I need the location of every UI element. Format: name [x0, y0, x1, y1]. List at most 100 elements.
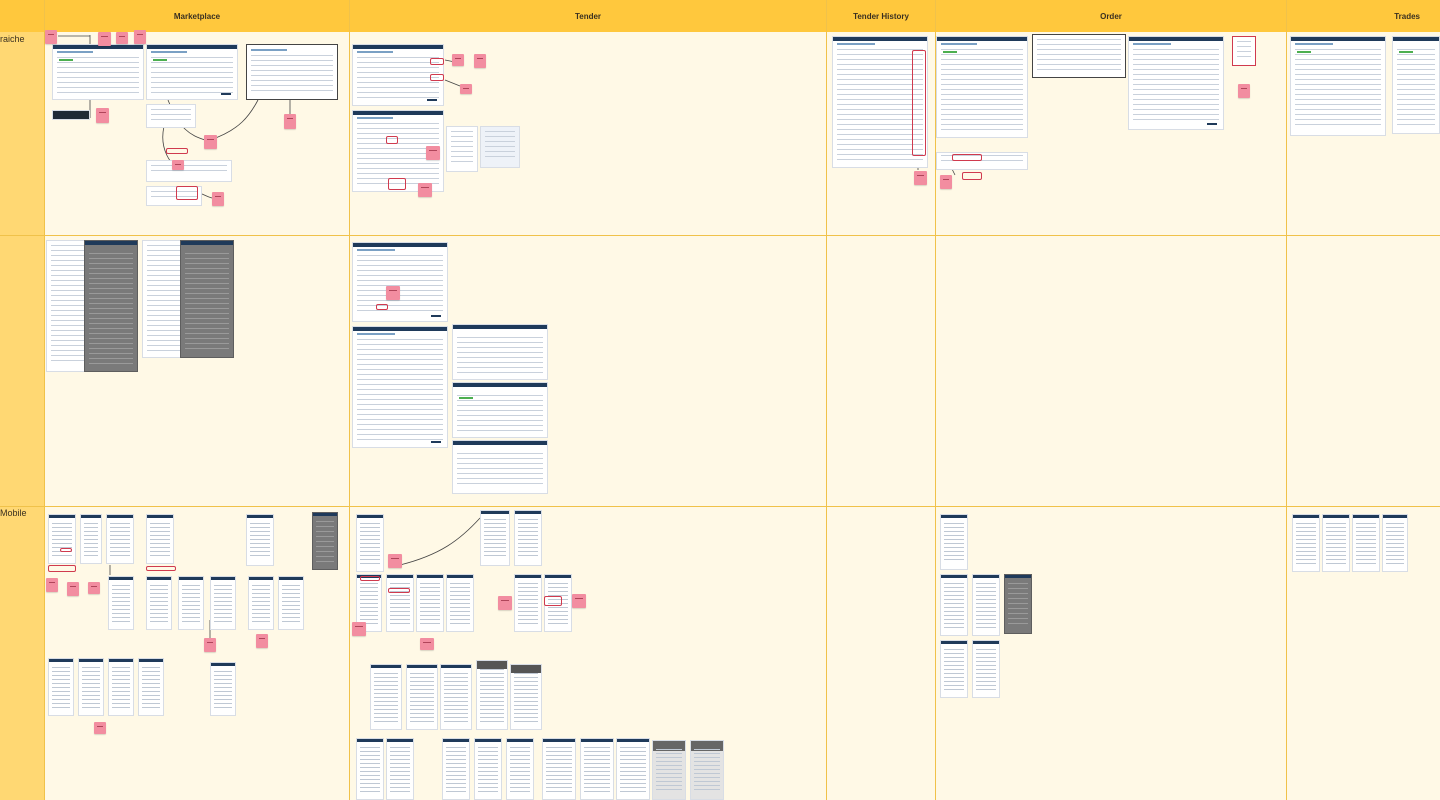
mobile-screen[interactable] [652, 740, 686, 800]
wireframe-tender-create[interactable] [352, 242, 448, 322]
mobile-screen[interactable] [108, 576, 134, 630]
mobile-screen[interactable] [446, 574, 474, 632]
row-label-mobile[interactable]: Mobile [0, 508, 27, 518]
mobile-screen[interactable] [506, 738, 534, 800]
mobile-screen[interactable] [356, 738, 384, 800]
row-label-fraiche[interactable]: raiche [0, 34, 25, 44]
mobile-screen[interactable] [246, 514, 274, 566]
column-header-tender[interactable]: Tender [350, 0, 826, 32]
sticky-note[interactable] [1238, 84, 1250, 98]
sticky-note[interactable] [172, 160, 184, 170]
mobile-screen[interactable] [108, 658, 134, 716]
mobile-screen[interactable] [440, 664, 472, 730]
sticky-note[interactable] [45, 30, 57, 44]
column-header-order[interactable]: Order [936, 0, 1286, 32]
mobile-screen[interactable] [48, 514, 76, 564]
wireframe-order-dropdown[interactable] [1232, 36, 1256, 66]
sticky-note[interactable] [46, 578, 58, 592]
mobile-screen[interactable] [1322, 514, 1350, 572]
sticky-note[interactable] [67, 582, 79, 596]
sticky-note[interactable] [204, 638, 216, 652]
sticky-note[interactable] [474, 54, 486, 68]
wireframe-tender-side[interactable] [480, 126, 520, 168]
mobile-screen[interactable] [386, 738, 414, 800]
mobile-screen[interactable] [146, 514, 174, 564]
wireframe-tender-panel[interactable] [446, 126, 478, 172]
sticky-note[interactable] [418, 183, 432, 197]
wireframe-tender-step-1[interactable] [452, 324, 548, 380]
wireframe-marketplace-filter[interactable] [146, 104, 196, 128]
mobile-screen[interactable] [1352, 514, 1380, 572]
wireframe-marketplace-mobile-filter[interactable] [146, 160, 232, 182]
wireframe-marketplace-overlay[interactable] [84, 240, 138, 372]
sticky-note[interactable] [284, 114, 296, 129]
sticky-note[interactable] [498, 596, 512, 610]
mobile-screen[interactable] [514, 510, 542, 566]
mobile-screen[interactable] [972, 640, 1000, 698]
sticky-note[interactable] [940, 175, 952, 189]
wireframe-marketplace-list[interactable] [52, 44, 144, 100]
mobile-screen[interactable] [416, 574, 444, 632]
column-header-trades[interactable]: Trades [1286, 0, 1440, 32]
sticky-note[interactable] [388, 554, 402, 568]
mobile-screen[interactable] [580, 738, 614, 800]
wireframe-order-modal[interactable] [1032, 34, 1126, 78]
mobile-screen[interactable] [210, 662, 236, 716]
mobile-screen[interactable] [514, 574, 542, 632]
mobile-screen[interactable] [940, 574, 968, 636]
mobile-screen[interactable] [370, 664, 402, 730]
sticky-note[interactable] [460, 84, 472, 94]
wireframe-marketplace-toast[interactable] [52, 110, 90, 120]
mobile-screen[interactable] [1292, 514, 1320, 572]
mobile-screen[interactable] [1382, 514, 1408, 572]
sticky-note[interactable] [88, 582, 100, 594]
sticky-note[interactable] [134, 30, 146, 44]
mobile-screen[interactable] [48, 658, 74, 716]
wireframe-trades-detail[interactable] [1392, 36, 1440, 134]
sticky-note[interactable] [426, 146, 440, 160]
mobile-screen[interactable] [474, 738, 502, 800]
mobile-screen[interactable] [146, 576, 172, 630]
wireframe-order-notes[interactable] [936, 152, 1028, 170]
mobile-screen[interactable] [542, 738, 576, 800]
column-header-marketplace[interactable]: Marketplace [44, 0, 350, 32]
sticky-note[interactable] [386, 286, 400, 300]
column-header-tender-history[interactable]: Tender History [826, 0, 936, 32]
sticky-note[interactable] [452, 54, 464, 66]
mobile-screen[interactable] [972, 574, 1000, 636]
sticky-note[interactable] [212, 192, 224, 206]
mobile-screen[interactable] [510, 664, 542, 730]
sticky-note[interactable] [914, 171, 927, 185]
mobile-screen[interactable] [616, 738, 650, 800]
wireframe-tender-step-3[interactable] [452, 440, 548, 494]
mobile-screen[interactable] [476, 660, 508, 730]
wireframe-marketplace-overlay-2[interactable] [180, 240, 234, 358]
sticky-note[interactable] [572, 594, 586, 608]
mobile-screen[interactable] [248, 576, 274, 630]
mobile-screen[interactable] [940, 640, 968, 698]
mobile-screen[interactable] [690, 740, 724, 800]
wireframe-tender-step-2[interactable] [452, 382, 548, 438]
sticky-note[interactable] [94, 722, 106, 734]
sticky-note[interactable] [96, 108, 109, 123]
sticky-note[interactable] [256, 634, 268, 648]
wireframe-tender-create-2[interactable] [352, 326, 448, 448]
mobile-screen[interactable] [940, 514, 968, 570]
mobile-screen[interactable] [78, 658, 104, 716]
mobile-screen[interactable] [138, 658, 164, 716]
wireframe-order-detail[interactable] [1128, 36, 1224, 130]
mobile-screen[interactable] [386, 574, 414, 632]
mobile-screen-overlay[interactable] [1004, 574, 1032, 634]
wireframe-marketplace-modal[interactable] [246, 44, 338, 100]
sticky-note[interactable] [204, 135, 217, 149]
wireframe-trades-list[interactable] [1290, 36, 1386, 136]
mobile-screen[interactable] [356, 514, 384, 572]
mobile-screen[interactable] [442, 738, 470, 800]
mobile-screen[interactable] [178, 576, 204, 630]
wireframe-marketplace-detail[interactable] [146, 44, 238, 100]
sticky-note[interactable] [420, 638, 434, 650]
mobile-screen[interactable] [480, 510, 510, 566]
sticky-note[interactable] [98, 32, 111, 46]
mobile-screen[interactable] [210, 576, 236, 630]
mobile-screen-overlay[interactable] [312, 512, 338, 570]
